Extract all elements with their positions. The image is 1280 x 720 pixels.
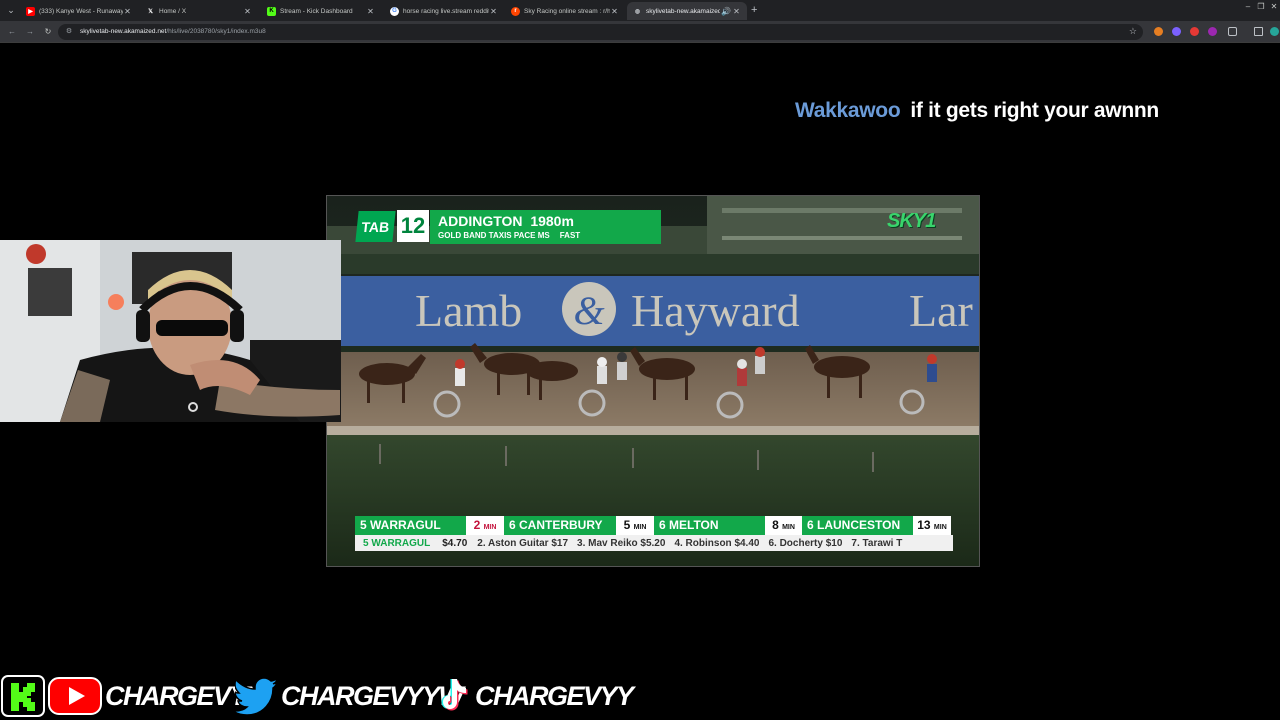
tab-reddit[interactable]: r Sky Racing online stream : r/hor ✕ xyxy=(505,2,625,20)
upcoming-race-label: 5 WARRAGUL xyxy=(355,516,466,535)
extension-icon[interactable] xyxy=(1208,27,1217,36)
google-favicon-icon: G xyxy=(390,6,399,16)
svg-text:&: & xyxy=(573,288,604,333)
youtube-logo-icon xyxy=(48,677,102,715)
minimize-button[interactable]: – xyxy=(1242,2,1254,11)
upcoming-races-ticker: 5 WARRAGUL 2 MIN 6 CANTERBURY 5 MIN 6 ME… xyxy=(355,516,951,535)
address-bar[interactable]: ⚙ skylivetab-new.akamaized.net/hls/live/… xyxy=(58,24,1143,40)
back-icon[interactable]: ← xyxy=(6,26,18,38)
upcoming-race-label: 6 LAUNCESTON xyxy=(802,516,913,535)
chat-text: if it gets right your awnnn xyxy=(910,99,1159,122)
tab-search-icon[interactable]: ⌄ xyxy=(4,3,18,17)
tab-kick-dashboard[interactable]: K Stream - Kick Dashboard ✕ xyxy=(261,2,381,20)
extension-icon[interactable] xyxy=(1154,27,1163,36)
tab-label: horse racing live.stream reddit xyxy=(403,7,489,15)
kick-logo-icon xyxy=(1,675,45,717)
odds-runner: 7. Tarawi T xyxy=(851,537,903,549)
sponsor-word-left: Lamb xyxy=(415,285,522,336)
upcoming-race-time: 2 MIN xyxy=(466,516,504,535)
sunglasses xyxy=(156,320,228,336)
upcoming-race-time: 5 MIN xyxy=(616,516,654,535)
social-handles-bar: CHARGEVYY CHARGEVYYW CHARGEVYY xyxy=(0,671,640,720)
chat-username: Wakkawoo xyxy=(795,99,901,122)
audio-playing-icon[interactable]: 🔊 xyxy=(720,7,732,16)
odds-runner: 4. Robinson $4.40 xyxy=(674,537,760,549)
tab-label: Stream - Kick Dashboard xyxy=(280,7,353,15)
race-video-frame: Lamb & Hayward Lar xyxy=(327,196,979,566)
upcoming-race-time: 13 MIN xyxy=(913,516,951,535)
close-tab-icon[interactable]: ✕ xyxy=(123,7,132,16)
bookmark-star-icon[interactable]: ☆ xyxy=(1129,26,1137,37)
tab-google-search[interactable]: G horse racing live.stream reddit ✕ xyxy=(384,2,504,20)
sponsor-word-right: Hayward xyxy=(631,285,800,336)
odds-ticker: 5 WARRAGUL $4.70 2. Aston Guitar $17 3. … xyxy=(355,535,953,551)
reload-icon[interactable]: ↻ xyxy=(42,26,54,38)
tab-home-x[interactable]: 𝕏 Home / X ✕ xyxy=(140,2,258,20)
upcoming-race-label: 6 CANTERBURY xyxy=(504,516,616,535)
browser-toolbar: ← → ↻ ⚙ skylivetab-new.akamaized.net/hls… xyxy=(0,21,1280,43)
race-name: GOLD BAND TAXIS PACE MS xyxy=(438,231,550,240)
x-favicon-icon: 𝕏 xyxy=(148,8,153,15)
sponsor-word-partial: Lar xyxy=(909,285,973,336)
site-info-icon[interactable]: ⚙ xyxy=(64,27,74,37)
race-venue-distance: ADDINGTON 1980m xyxy=(438,213,574,229)
tab-kanye-youtube[interactable]: ▶ (333) Kanye West - Runaway (L ✕ xyxy=(20,2,138,20)
close-tab-icon[interactable]: ✕ xyxy=(243,7,252,16)
sky1-channel-logo: SKY1 xyxy=(887,210,936,232)
new-tab-button[interactable]: + xyxy=(751,3,757,17)
streamer-webcam xyxy=(0,240,341,422)
twitter-handle: CHARGEVYYW xyxy=(280,680,465,712)
webcam-frame xyxy=(0,240,341,422)
extension-icon[interactable] xyxy=(1190,27,1199,36)
video-player[interactable]: Lamb & Hayward Lar TAB 12 ADDINGTON 1980… xyxy=(326,195,980,567)
tab-label: Sky Racing online stream : r/hor xyxy=(524,7,610,15)
tab-label: skylivetab-new.akamaized. xyxy=(646,7,720,15)
browser-tab-strip: ⌄ ▶ (333) Kanye West - Runaway (L ✕ 𝕏 Ho… xyxy=(0,0,1280,21)
profile-avatar[interactable] xyxy=(1270,27,1279,36)
race-distance: 1980m xyxy=(530,213,574,229)
race-number: 12 xyxy=(397,210,429,242)
tab-skylivetab-active[interactable]: ◍ skylivetab-new.akamaized. 🔊 ✕ xyxy=(627,2,747,20)
tab-brand-logo: TAB xyxy=(355,211,396,242)
close-window-button[interactable]: ✕ xyxy=(1268,2,1280,11)
tab-label: (333) Kanye West - Runaway (L xyxy=(39,7,123,15)
maximize-button[interactable]: ❐ xyxy=(1255,2,1267,11)
chat-message-overlay: Wakkawoo if it gets right your awnnn xyxy=(795,99,1159,123)
close-tab-icon[interactable]: ✕ xyxy=(489,7,498,16)
upcoming-race-label: 6 MELTON xyxy=(654,516,765,535)
url-text[interactable]: skylivetab-new.akamaized.net/hls/live/20… xyxy=(80,27,266,37)
tiktok-handle: CHARGEVYY xyxy=(474,680,635,712)
reddit-favicon-icon: r xyxy=(511,6,520,16)
extension-icon[interactable] xyxy=(1172,27,1181,36)
race-venue: ADDINGTON xyxy=(438,213,523,229)
odds-lead-price: $4.70 xyxy=(442,537,468,549)
tab-label: Home / X xyxy=(159,7,187,15)
race-info-banner: ADDINGTON 1980m GOLD BAND TAXIS PACE MS F… xyxy=(430,210,661,244)
forward-icon[interactable]: → xyxy=(24,26,36,38)
close-tab-icon[interactable]: ✕ xyxy=(732,7,741,16)
odds-runner: 2. Aston Guitar $17 xyxy=(477,537,569,549)
track-condition: FAST xyxy=(559,231,581,240)
close-tab-icon[interactable]: ✕ xyxy=(366,7,375,16)
extensions-puzzle-icon[interactable] xyxy=(1228,27,1237,36)
kick-favicon-icon: K xyxy=(267,6,276,16)
youtube-favicon-icon: ▶ xyxy=(26,6,35,16)
twitter-bird-icon xyxy=(235,677,280,715)
tiktok-logo-icon xyxy=(441,679,468,711)
close-tab-icon[interactable]: ✕ xyxy=(610,7,619,16)
race-name-line: GOLD BAND TAXIS PACE MS FAST xyxy=(438,231,590,240)
upcoming-race-time: 8 MIN xyxy=(765,516,802,535)
odds-runner: 6. Docherty $10 xyxy=(768,537,843,549)
odds-venue: 5 WARRAGUL xyxy=(363,537,431,549)
odds-runner: 3. Mav Reiko $5.20 xyxy=(577,537,666,549)
globe-favicon-icon: ◍ xyxy=(634,8,641,15)
cast-icon[interactable] xyxy=(1254,27,1263,36)
wall-poster xyxy=(28,268,72,316)
